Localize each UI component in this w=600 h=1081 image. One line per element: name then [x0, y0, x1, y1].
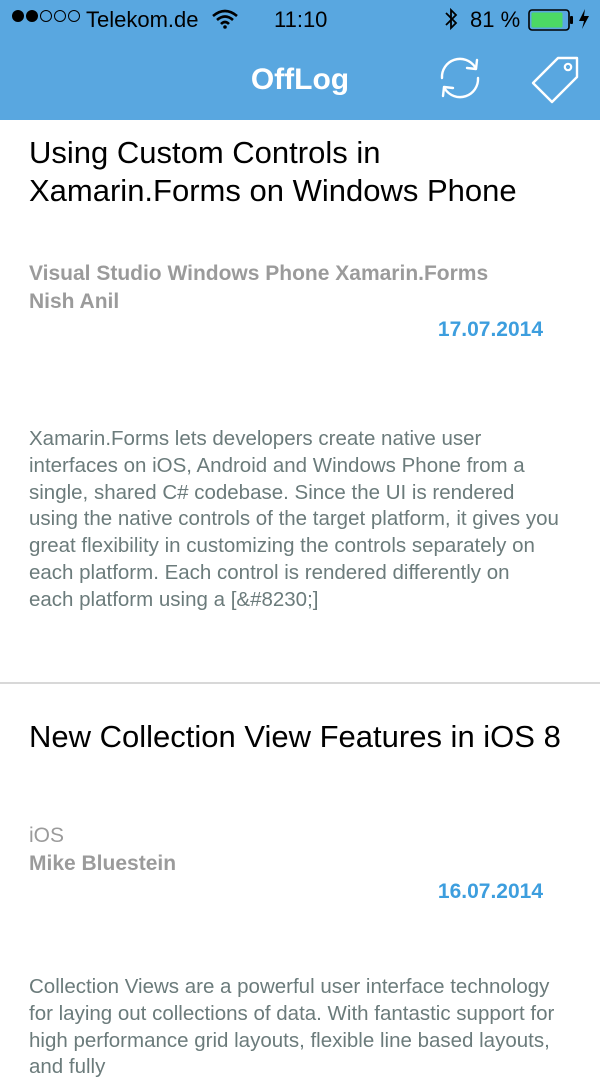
article-item[interactable]: Using Custom Controls in Xamarin.Forms o…: [0, 120, 600, 684]
tag-icon: [531, 56, 579, 104]
article-title: New Collection View Features in iOS 8: [29, 719, 561, 754]
article-excerpt: Xamarin.Forms lets developers create nat…: [29, 427, 559, 611]
status-bar: Telekom.de 11:10 81 %: [0, 0, 600, 40]
tags-button[interactable]: [528, 52, 582, 104]
header: Telekom.de 11:10 81 % OffLog: [0, 0, 600, 120]
article-author: Nish Anil: [29, 290, 120, 313]
charging-icon: [578, 8, 590, 37]
bluetooth-icon: [443, 6, 459, 39]
carrier-name: Telekom.de: [86, 7, 199, 32]
refresh-icon: [440, 57, 480, 99]
signal-strength-icon: [12, 10, 80, 22]
article-item[interactable]: New Collection View Features in iOS 8 iO…: [0, 684, 600, 1078]
article-date: 17.07.2014: [437, 318, 543, 341]
refresh-button[interactable]: [434, 52, 486, 104]
article-title: Using Custom Controls in Xamarin.Forms o…: [29, 135, 517, 208]
battery-percentage: 81 %: [470, 7, 521, 32]
battery-icon: [528, 9, 576, 38]
status-time: 11:10: [274, 7, 328, 32]
wifi-icon: [212, 8, 238, 36]
article-tags: iOS: [29, 824, 65, 847]
article-tags: Visual Studio Windows Phone Xamarin.Form…: [29, 262, 489, 285]
page-title: OffLog: [250, 63, 350, 96]
article-date: 16.07.2014: [437, 880, 543, 903]
article-author: Mike Bluestein: [29, 852, 177, 875]
